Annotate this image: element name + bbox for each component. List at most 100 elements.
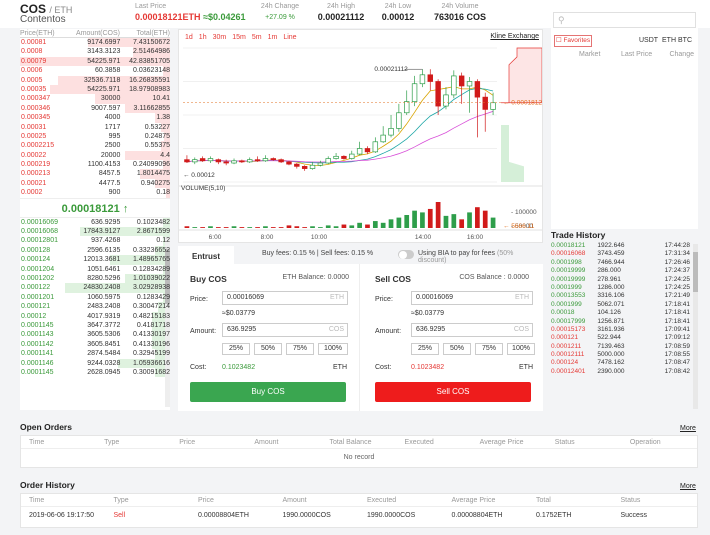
bid-row[interactable]: 0.0001145 2628.0945 0.30091682: [20, 367, 170, 378]
tab-btc[interactable]: BTC: [678, 37, 692, 44]
ask-row[interactable]: 0.0002 900 0.18: [20, 188, 170, 198]
candle-body: [380, 134, 386, 143]
bid-row[interactable]: 0.000122 24830.2408 3.02928938: [20, 283, 170, 293]
buy-price-label: Price:: [190, 296, 208, 303]
trade-time: 17:08:47: [664, 359, 690, 367]
volume-bar: [412, 210, 417, 228]
bid-row[interactable]: 0.0001204 1051.6461 0.12834289: [20, 264, 170, 274]
ask-row[interactable]: 0.000345 4000 1.38: [20, 113, 170, 123]
sell-pct-25[interactable]: 25%: [411, 343, 439, 355]
buy-pct-25[interactable]: 25%: [222, 343, 250, 355]
candle-body: [247, 159, 253, 163]
bia-toggle[interactable]: [398, 250, 414, 259]
arrow-up-icon: ↑: [122, 202, 129, 215]
row-amount: 2596.6135: [87, 246, 121, 254]
ask-row[interactable]: 0.0006 60.3858 0.03623148: [20, 66, 171, 76]
bid-row[interactable]: 0.00016068 17843.9127 2.8671599: [20, 227, 170, 237]
bid-row[interactable]: 0.00012801 937.4268 0.12: [20, 236, 170, 246]
order-history-title: Order History: [20, 480, 75, 490]
ask-row[interactable]: 0.0002215 2500 0.55375: [20, 141, 170, 151]
candle-body: [317, 162, 324, 166]
buy-pct-50[interactable]: 50%: [254, 343, 282, 355]
row-total: 42.83851705: [129, 57, 171, 65]
bid-row[interactable]: 0.0001143 3605.5306 0.41330197: [20, 330, 170, 340]
ask-row[interactable]: 0.000347 30000 10.41: [20, 94, 170, 104]
ask-row[interactable]: 0.00079 54225.971 42.83851705: [20, 56, 171, 67]
buy-title: Buy COS: [190, 274, 227, 284]
bid-row[interactable]: 0.000128 2596.6135 0.33236652: [20, 245, 170, 256]
row-total: 16.26835591: [129, 76, 171, 84]
bid-row[interactable]: 0.0001201 1060.5975 0.1283429: [20, 292, 170, 303]
candle-body: [309, 164, 316, 169]
ask-row[interactable]: 0.000219 1100.4153 0.24099096: [20, 160, 171, 170]
row-price: 0.000213: [21, 170, 51, 178]
order-history-more[interactable]: More: [680, 483, 696, 490]
open-orders-col: Executed: [404, 439, 434, 446]
tab-eth[interactable]: ETH: [662, 37, 676, 44]
trade-history-scrollbar[interactable]: [693, 244, 698, 409]
row-price: 0.0001202: [21, 274, 55, 282]
trade-row: 0.0001211 7139.463 17:08:59: [551, 343, 690, 351]
sell-button[interactable]: Sell COS: [375, 382, 531, 402]
buy-pct-75[interactable]: 75%: [286, 343, 314, 355]
bid-row[interactable]: 0.0001142 3605.8451 0.41330196: [20, 339, 170, 350]
bid-row[interactable]: 0.00016069 636.9295 0.1023482: [20, 217, 170, 228]
ask-row[interactable]: 0.00035 54225.971 18.97908983: [20, 84, 170, 95]
buy-price-input[interactable]: 0.00016069 ETH: [222, 291, 348, 305]
volume-bar: [349, 225, 355, 228]
bid-row[interactable]: 0.0001202 8280.5296 1.01039022: [20, 273, 170, 284]
ask-row[interactable]: 0.0005 32536.7118 16.26835591: [20, 75, 171, 85]
order-history-col: Status: [620, 497, 641, 504]
candle-body: [427, 74, 433, 82]
volume-bar: [451, 214, 457, 228]
order-history-col: Average Price: [451, 497, 496, 504]
favorites-button[interactable]: ☐ Favorites: [554, 35, 592, 47]
row-total: 0.24099096: [133, 161, 171, 169]
sell-amount-input[interactable]: 636.9295 COS: [411, 323, 533, 337]
row-total: 0.03623148: [133, 67, 171, 75]
ask-row[interactable]: 0.0008 3143.3123 2.51464986: [20, 47, 170, 57]
market-search-input[interactable]: ⚲: [553, 12, 696, 28]
sell-pct-100[interactable]: 100%: [507, 343, 535, 355]
buy-amount-input[interactable]: 636.9295 COS: [222, 323, 348, 337]
ask-row[interactable]: 0.00022 20000 4.4: [20, 150, 170, 161]
order-history-header: Time Type Price Amount Executed Average Price…: [21, 494, 697, 507]
sell-pct-75[interactable]: 75%: [475, 343, 503, 355]
row-total: 3.11662855: [133, 104, 171, 112]
buy-pct-100[interactable]: 100%: [318, 343, 348, 355]
candlestick-plot[interactable]: 0.00021112← 0.00012← 0.00018121- 100000-…: [179, 30, 542, 242]
ask-row[interactable]: 0.000213 8457.5 1.8014475: [20, 169, 170, 179]
ask-row[interactable]: 0.000346 9007.597 3.11662855: [20, 103, 171, 114]
trade-price: 0.00013553: [551, 292, 586, 300]
row-price: 0.0001204: [21, 265, 55, 273]
volume-indicator-label: VOLUME(5,10): [181, 185, 226, 192]
tab-entrust[interactable]: Entrust: [178, 246, 234, 264]
bid-row[interactable]: 0.00012 4017.9319 0.48215183: [20, 311, 170, 321]
order-book-header: Price(ETH) Amount(COS) Total(ETH): [20, 29, 170, 38]
tab-usdt[interactable]: USDT: [639, 37, 658, 44]
trade-row: 0.000121 522.944 17:09:12: [551, 334, 690, 342]
ask-row[interactable]: 0.00021 4477.5 0.940275: [20, 178, 170, 189]
bid-row[interactable]: 0.0001141 2874.5484 0.32945199: [20, 349, 170, 359]
bid-row[interactable]: 0.000124 12013.3681 1.48965765: [20, 255, 170, 265]
ask-row[interactable]: 0.00031 1717 0.53227: [20, 122, 170, 132]
row-price: 0.0001145: [21, 321, 54, 329]
col-price: Price(ETH): [20, 30, 55, 37]
current-price-label: ← 0.00018121: [503, 100, 542, 107]
candle-body: [192, 159, 198, 163]
sell-pct-50[interactable]: 50%: [443, 343, 471, 355]
row-price: 0.0005: [21, 76, 43, 84]
buy-button[interactable]: Buy COS: [190, 382, 346, 402]
row-amount: 1060.5975: [87, 293, 121, 301]
candle-body: [294, 163, 300, 167]
bid-row[interactable]: 0.0001146 9244.0328 1.05936616: [20, 358, 170, 368]
sell-price-input[interactable]: 0.00016069 ETH: [411, 291, 533, 305]
row-price: 0.0001143: [21, 331, 54, 339]
trade-amount: 5000.000: [597, 351, 625, 359]
ask-row[interactable]: 0.00081 9174.6997 7.43150672: [20, 38, 170, 48]
open-orders-more[interactable]: More: [680, 425, 696, 432]
bid-row[interactable]: 0.000121 2483.2408 0.30047214: [20, 302, 170, 312]
ask-row[interactable]: 0.00025 995 0.24875: [20, 131, 170, 142]
candle-body: [443, 94, 449, 107]
bid-row[interactable]: 0.0001145 3647.3772 0.4181718: [20, 320, 170, 331]
